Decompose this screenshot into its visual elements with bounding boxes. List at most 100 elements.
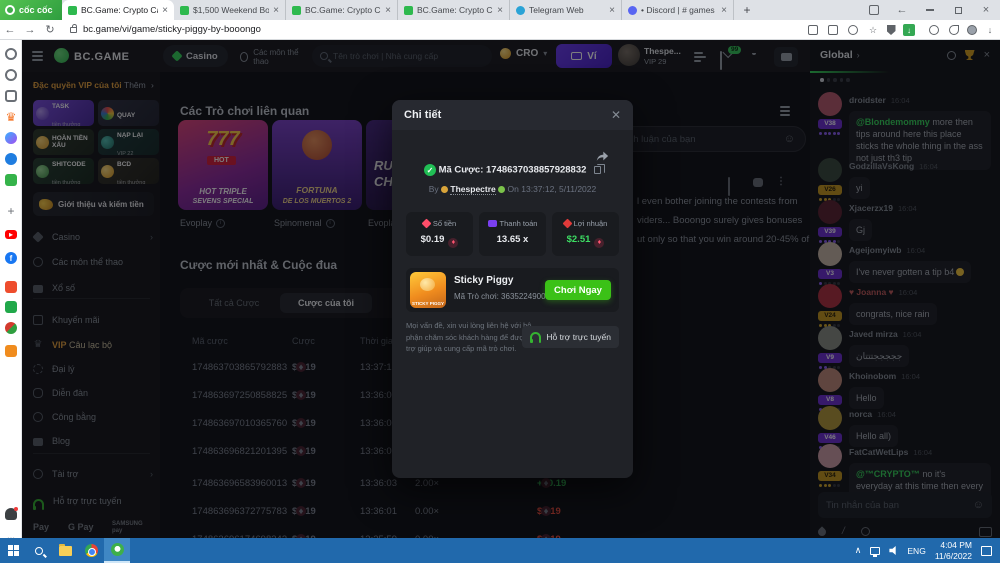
stat-amount: Số tiền $0.19♦ xyxy=(406,212,473,256)
helmet-emoji-icon xyxy=(441,186,448,193)
tab-close-icon[interactable]: × xyxy=(721,5,727,16)
coccoc-brand[interactable]: cốc cốc xyxy=(0,0,62,20)
games-icon[interactable] xyxy=(5,174,17,186)
verified-shield-icon: ✓ xyxy=(424,164,436,176)
copy-icon[interactable] xyxy=(594,166,601,174)
bcgame-favicon xyxy=(180,6,189,15)
url-text[interactable]: bc.game/vi/game/sticky-piggy-by-booongo xyxy=(83,24,261,35)
device-download-icon[interactable] xyxy=(807,24,819,36)
tab-close-icon[interactable]: × xyxy=(162,5,168,16)
telegram-favicon xyxy=(516,6,525,15)
modal-header: Chi tiết ✕ xyxy=(392,100,633,130)
translate-icon[interactable] xyxy=(827,24,839,36)
modal-title: Chi tiết xyxy=(404,109,441,121)
coccoc-taskbar-icon[interactable] xyxy=(104,538,130,563)
tab-search-icon[interactable] xyxy=(862,0,886,20)
minimize-button[interactable] xyxy=(918,0,942,20)
language-indicator[interactable]: ENG xyxy=(907,546,925,556)
adblock-shield-icon[interactable] xyxy=(885,24,897,36)
tab-close-icon[interactable]: × xyxy=(609,5,615,16)
facebook-icon[interactable]: f xyxy=(5,252,17,264)
windows-taskbar: ∧ ENG 4:04 PM 11/6/2022 xyxy=(0,538,1000,563)
browser-tab-1[interactable]: BC.Game: Crypto Casino Ga × xyxy=(62,0,174,20)
game-name: Sticky Piggy xyxy=(454,275,513,286)
support-note: Mọi vấn đề, xin vui lòng liên hệ với bộ … xyxy=(406,320,534,355)
downloads-tray-icon[interactable]: ↓ xyxy=(984,24,996,36)
extension-icon[interactable] xyxy=(928,24,940,36)
volume-icon[interactable] xyxy=(889,546,898,555)
bet-author-line: By Thespectre On 13:37:12, 5/11/2022 xyxy=(392,184,633,194)
crown-hot-icon[interactable]: ♛ xyxy=(5,111,17,123)
gift-app-icon[interactable] xyxy=(5,301,17,313)
lock-icon[interactable] xyxy=(70,27,77,33)
start-button[interactable] xyxy=(0,538,26,563)
maximize-button[interactable] xyxy=(946,0,970,20)
share-page-icon[interactable] xyxy=(847,24,859,36)
taskbar-search-icon[interactable] xyxy=(26,538,52,563)
reload-icon[interactable]: ↻ xyxy=(40,23,60,36)
tab-title: BC.Game: Crypto Casino Ga xyxy=(305,5,381,15)
zalo-icon[interactable] xyxy=(5,153,17,165)
messenger-icon[interactable] xyxy=(5,132,17,144)
history-icon[interactable] xyxy=(5,69,17,81)
bcgame-favicon xyxy=(68,6,77,15)
modal-close-icon[interactable]: ✕ xyxy=(611,108,621,122)
coccoc-logo-icon xyxy=(5,5,15,15)
profile-icon[interactable] xyxy=(966,24,978,36)
browser-tab-6[interactable]: • Discord | # games | BC G × xyxy=(622,0,734,20)
newsfeed-icon[interactable] xyxy=(5,90,17,102)
browser-tab-4[interactable]: BC.Game: Crypto Casino Ga × xyxy=(398,0,510,20)
cart-app-icon[interactable] xyxy=(5,345,17,357)
file-explorer-icon[interactable] xyxy=(52,538,78,563)
youtube-icon[interactable]: ▸ xyxy=(5,230,17,239)
game-thumbnail[interactable]: STICKY PIGGY xyxy=(410,272,446,308)
extension2-icon[interactable] xyxy=(948,24,960,36)
browser-tab-3[interactable]: BC.Game: Crypto Casino Ga × xyxy=(286,0,398,20)
bet-author-link[interactable]: Thespectre xyxy=(450,184,495,195)
headset-icon xyxy=(530,332,541,340)
share-icon[interactable] xyxy=(595,150,609,162)
bet-id-line: ✓ Mã Cược: 1748637038857928832 xyxy=(392,164,633,176)
settings-gear-icon[interactable] xyxy=(5,48,17,60)
tray-date: 11/6/2022 xyxy=(935,551,972,561)
stat-profit: Lợi nhuận $2.51♦ xyxy=(552,212,619,256)
browser-tab-5[interactable]: Telegram Web × xyxy=(510,0,622,20)
modal-game-card: STICKY PIGGY Sticky Piggy Mã Trò chơi: 3… xyxy=(406,268,619,312)
close-window-button[interactable]: × xyxy=(974,0,998,20)
coccoc-download-icon[interactable]: ↓ xyxy=(903,24,915,36)
bcgame-favicon xyxy=(292,6,301,15)
chrome-icon[interactable] xyxy=(78,538,104,563)
hat-app-icon[interactable] xyxy=(5,322,17,334)
profit-coins-icon xyxy=(562,219,572,229)
new-tab-button[interactable]: + xyxy=(740,3,754,17)
system-tray: ∧ ENG 4:04 PM 11/6/2022 xyxy=(855,540,1000,561)
browser-tab-2[interactable]: $1,500 Weekend Booongo M × xyxy=(174,0,286,20)
tab-title: Telegram Web xyxy=(529,5,605,15)
recent-tabs-icon[interactable]: ← xyxy=(890,0,914,20)
tab-title: BC.Game: Crypto Casino Ga xyxy=(81,5,158,15)
action-center-icon[interactable] xyxy=(981,546,992,556)
support-button[interactable]: Hỗ trợ trực tuyến xyxy=(522,326,619,348)
bet-datetime: 13:37:12, 5/11/2022 xyxy=(521,184,596,194)
browser-tab-bar: cốc cốc BC.Game: Crypto Casino Ga × $1,5… xyxy=(0,0,1000,20)
bet-details-modal: Chi tiết ✕ ✓ Mã Cược: 174863703885792883… xyxy=(392,100,633,478)
add-shortcut-icon[interactable]: + xyxy=(5,205,17,217)
bookmark-star-icon[interactable]: ☆ xyxy=(867,24,879,36)
notification-bell-icon[interactable] xyxy=(5,508,17,520)
tab-close-icon[interactable]: × xyxy=(273,5,279,16)
tab-close-icon[interactable]: × xyxy=(385,5,391,16)
tab-title: • Discord | # games | BC G xyxy=(641,5,717,15)
forward-icon[interactable]: → xyxy=(20,24,40,36)
play-now-button[interactable]: Chơi Ngay xyxy=(545,280,611,300)
back-icon[interactable]: ← xyxy=(0,24,20,36)
piggy-art xyxy=(420,278,435,291)
tab-close-icon[interactable]: × xyxy=(497,5,503,16)
turtle-emoji-icon xyxy=(498,186,505,193)
stat-payout: Thanh toán 13.65 x xyxy=(479,212,546,256)
amount-gem-icon xyxy=(421,219,431,229)
tray-chevron-icon[interactable]: ∧ xyxy=(855,545,862,556)
network-icon[interactable] xyxy=(870,547,880,555)
shopee-icon[interactable] xyxy=(5,281,17,293)
clock[interactable]: 4:04 PM 11/6/2022 xyxy=(935,540,972,561)
discord-favicon xyxy=(628,6,637,15)
